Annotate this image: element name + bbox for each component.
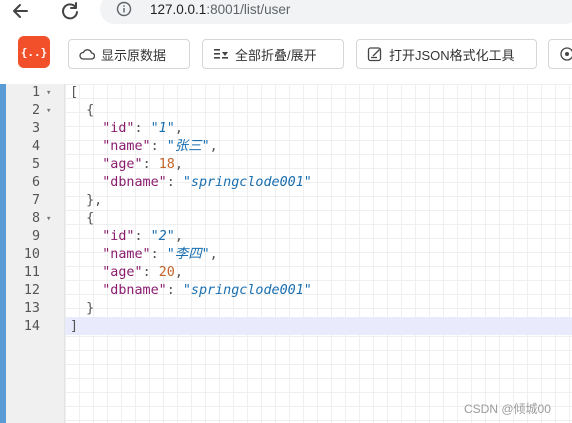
refresh-icon (62, 2, 78, 20)
code-line: 1 ▾ [ (0, 84, 572, 102)
back-arrow-icon (13, 4, 28, 18)
line-number: 9 (31, 229, 40, 244)
code-line: 5 "age": 18, (0, 156, 572, 174)
code-line: 11 "age": 20, (0, 264, 572, 282)
line-number: 12 (23, 283, 40, 298)
code-text: "dbname": "springclode001" (102, 283, 312, 298)
line-number: 3 (31, 121, 40, 136)
fold-all-button[interactable]: 全部折叠/展开 (202, 39, 344, 69)
json-string-value: "2" (150, 229, 175, 244)
url-path: :8001/list/user (206, 2, 291, 17)
json-extension-logo[interactable]: {..} (18, 36, 50, 68)
code-line: 6 "dbname": "springclode001" (0, 174, 572, 192)
json-key: "name" (102, 247, 151, 262)
json-key: "name" (102, 139, 151, 154)
code-text: "id": "1", (102, 121, 183, 136)
code-line: 4 "name": "张三", (0, 138, 572, 156)
line-number: 14 (23, 319, 40, 334)
code-text: "age": 20, (102, 265, 183, 280)
line-number: 5 (31, 157, 40, 172)
logo-text: {..} (20, 45, 48, 59)
more-toolbar-button[interactable] (548, 39, 572, 69)
line-number: 10 (23, 247, 40, 262)
code-text: "id": "2", (102, 229, 183, 244)
json-tool-icon (367, 47, 382, 62)
json-editor[interactable]: 1 ▾ [ 2 ▾ { 3 "id": "1", 4 "name": "张三",… (0, 84, 572, 423)
line-number: 7 (31, 193, 40, 208)
open-json-tool-button[interactable]: 打开JSON格式化工具 (356, 39, 537, 69)
json-number-value: 20 (158, 265, 175, 280)
json-key: "age" (102, 157, 143, 172)
json-string-value: "李四" (166, 247, 210, 262)
code-text: "dbname": "springclode001" (102, 175, 312, 190)
show-raw-data-label: 显示原数据 (101, 47, 167, 63)
json-string-value: "1" (150, 121, 175, 136)
open-json-tool-label: 打开JSON格式化工具 (389, 47, 515, 63)
line-number: 2 (31, 103, 40, 118)
line-number: 11 (23, 265, 40, 280)
show-raw-data-button[interactable]: 显示原数据 (68, 39, 190, 69)
json-key: "dbname" (102, 283, 167, 298)
line-number: 4 (31, 139, 40, 154)
info-icon[interactable] (116, 1, 132, 17)
code-line: 14 ] (0, 318, 572, 336)
fold-toggle-icon[interactable]: ▾ (46, 102, 51, 120)
cloud-icon (79, 49, 95, 60)
close-bracket: ] (70, 319, 79, 334)
json-key: "id" (102, 121, 135, 136)
json-number-value: 18 (158, 157, 175, 172)
line-number: 1 (31, 85, 40, 100)
line-number: 6 (31, 175, 40, 190)
open-bracket: [ (70, 85, 79, 100)
json-key: "age" (102, 265, 143, 280)
fold-toggle-icon[interactable]: ▾ (46, 84, 51, 102)
fold-list-icon (214, 49, 228, 59)
code-text: "age": 18, (102, 157, 183, 172)
code-line: 2 ▾ { (0, 102, 572, 120)
json-string-value: "张三" (166, 139, 210, 154)
close-brace: }, (70, 193, 103, 208)
open-brace: { (70, 211, 95, 226)
browser-bar: 127.0.0.1:8001/list/user (0, 0, 572, 24)
code-line: 10 "name": "李四", (0, 246, 572, 264)
code-line: 3 "id": "1", (0, 120, 572, 138)
json-string-value: "springclode001" (182, 283, 312, 298)
url-host: 127.0.0.1 (150, 2, 207, 17)
refresh-button[interactable] (58, 0, 82, 22)
code-line: 7 }, (0, 192, 572, 210)
fold-toggle-icon[interactable]: ▾ (46, 210, 51, 228)
code-line: 8 ▾ { (0, 210, 572, 228)
line-number: 13 (23, 301, 40, 316)
url-text[interactable]: 127.0.0.1:8001/list/user (150, 2, 290, 17)
json-string-value: "springclode001" (182, 175, 312, 190)
settings-partial-icon (560, 47, 572, 61)
close-brace: } (70, 301, 95, 316)
code-text: "name": "李四", (102, 247, 218, 262)
code-line: 12 "dbname": "springclode001" (0, 282, 572, 300)
code-line: 13 } (0, 300, 572, 318)
json-key: "id" (102, 229, 135, 244)
line-number: 8 (31, 211, 40, 226)
back-button[interactable] (8, 0, 32, 22)
code-text: "name": "张三", (102, 139, 218, 154)
open-brace: { (70, 103, 95, 118)
csdn-watermark: CSDN @倾城00 (464, 402, 551, 416)
code-line: 9 "id": "2", (0, 228, 572, 246)
json-key: "dbname" (102, 175, 167, 190)
fold-all-label: 全部折叠/展开 (235, 47, 317, 63)
